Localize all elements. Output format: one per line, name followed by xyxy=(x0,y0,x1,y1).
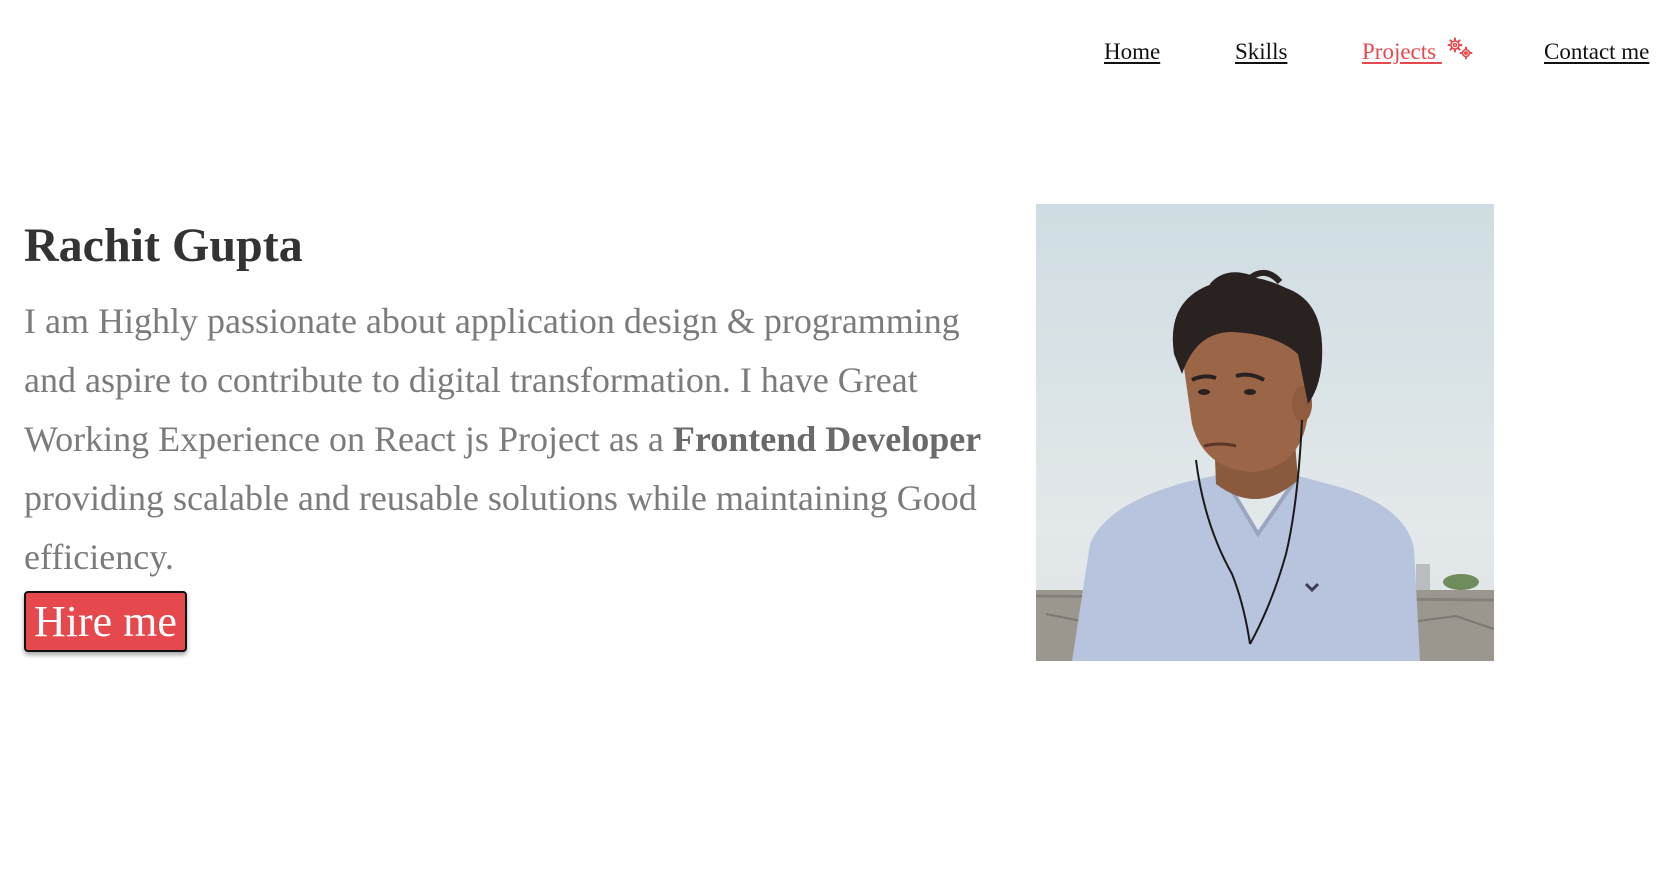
hero-intro-part-2: providing scalable and reusable solution… xyxy=(24,478,977,577)
hero-intro: I am Highly passionate about application… xyxy=(24,292,1004,587)
hire-me-button[interactable]: Hire me xyxy=(24,591,187,652)
nav-link-skills[interactable]: Skills xyxy=(1235,36,1287,68)
gears-icon xyxy=(1446,37,1474,61)
nav-link-projects-label: Projects xyxy=(1362,39,1437,64)
person-photo-icon xyxy=(1036,204,1494,661)
nav-link-projects[interactable]: Projects xyxy=(1362,36,1474,68)
hero-name: Rachit Gupta xyxy=(24,219,303,272)
nav-link-home[interactable]: Home xyxy=(1104,36,1160,68)
hero-role: Frontend Developer xyxy=(672,419,982,459)
nav-link-contact[interactable]: Contact me xyxy=(1544,36,1649,68)
profile-photo xyxy=(1036,204,1494,661)
main-nav: Home Skills Projects Contact me xyxy=(0,36,1658,72)
